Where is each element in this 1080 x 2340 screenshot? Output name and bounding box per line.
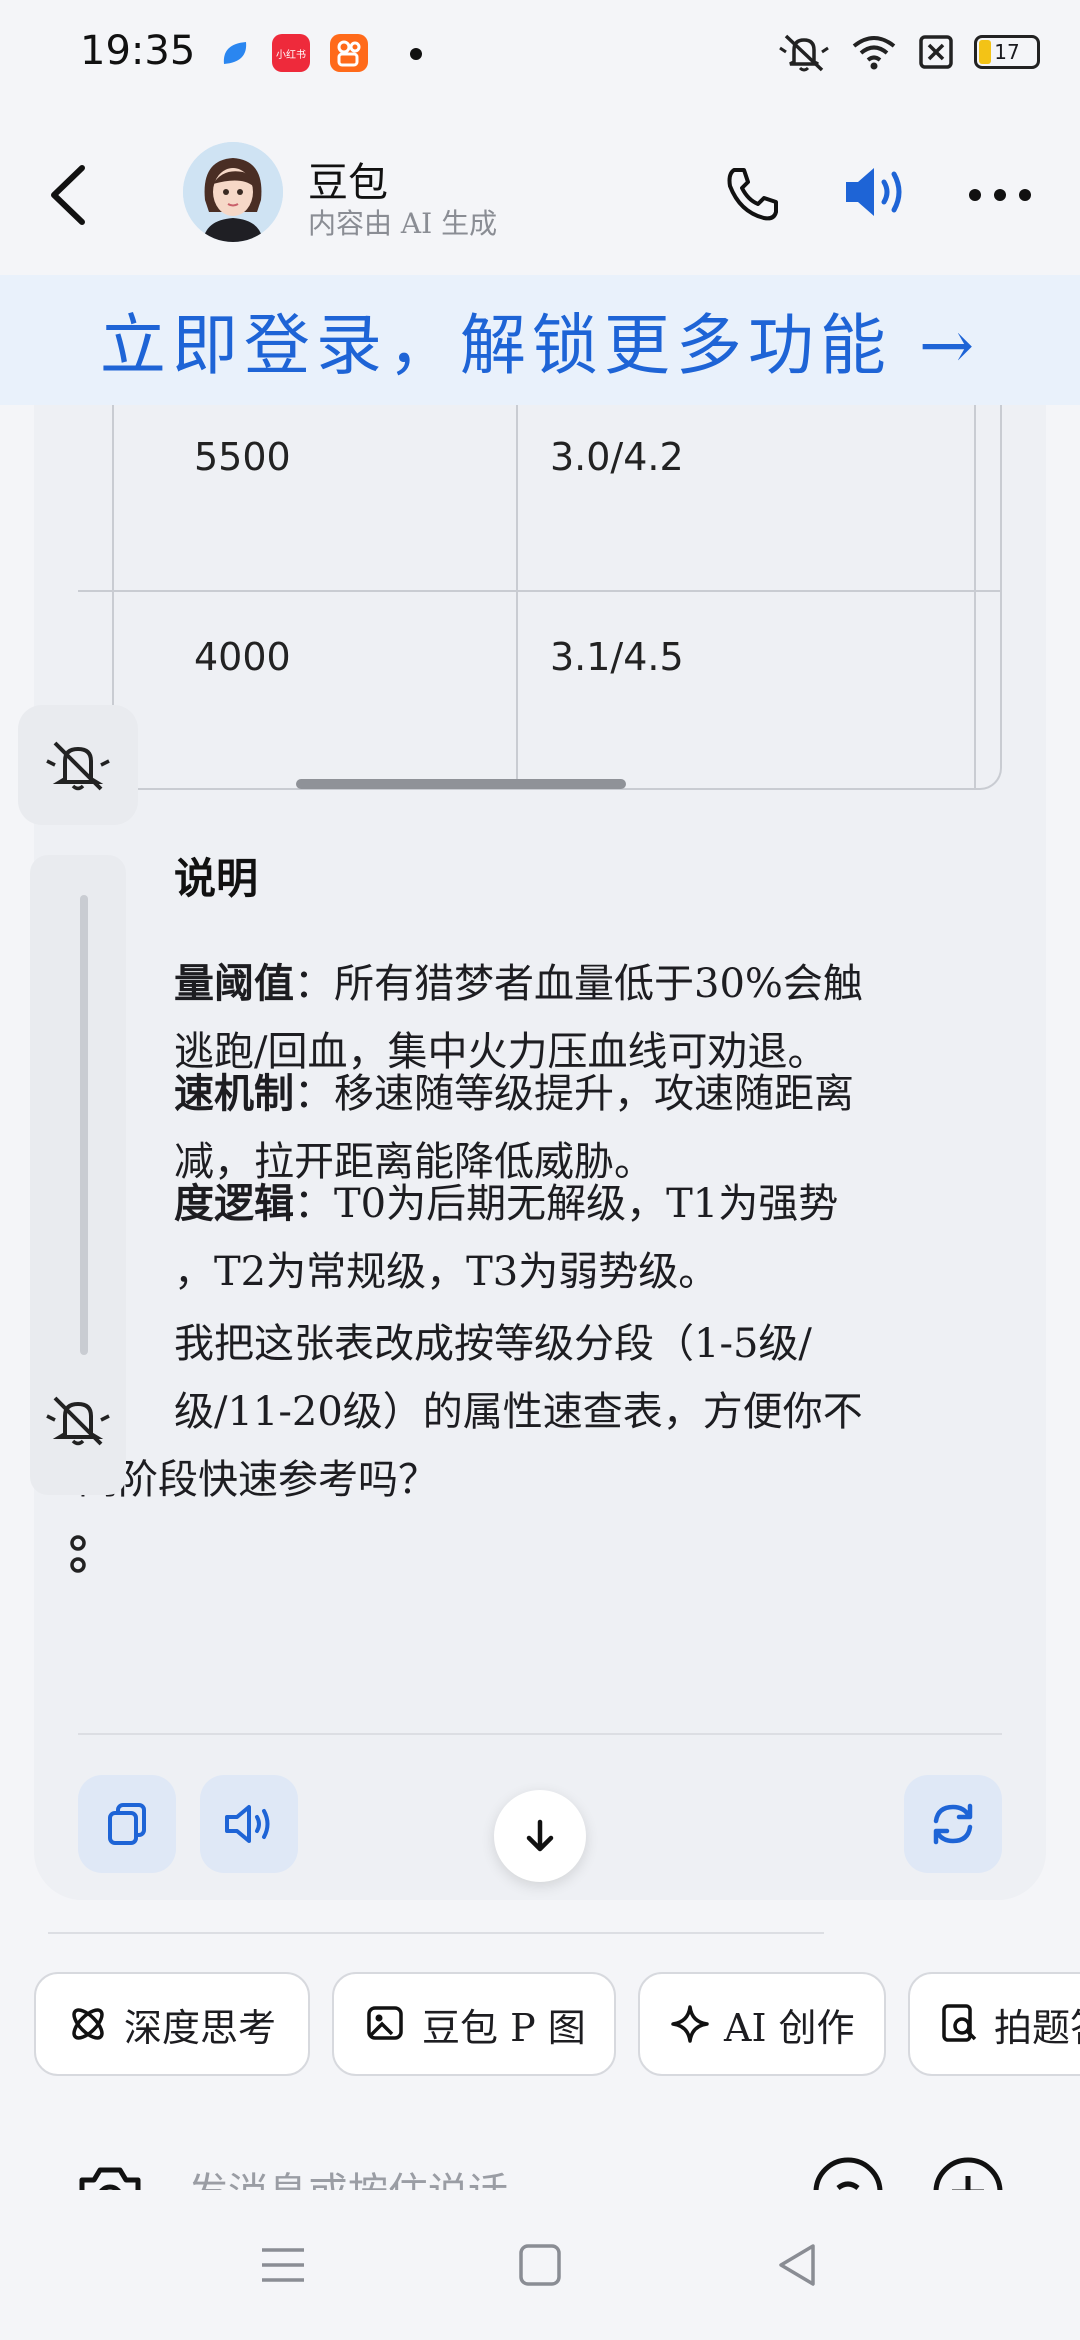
back-arrow-icon[interactable] <box>40 160 100 230</box>
table-divider <box>516 405 518 788</box>
search-document-icon <box>942 2004 977 2042</box>
copy-button[interactable] <box>78 1775 176 1873</box>
message-input-bar: 发消息或按住说话 <box>0 2128 1080 2190</box>
status-icons: 17 <box>778 30 1040 74</box>
floating-side-rail <box>18 705 138 1573</box>
rail-slider-track[interactable] <box>80 895 88 1355</box>
phone-icon[interactable] <box>720 162 784 226</box>
chip-ai-create[interactable]: AI 创作 <box>638 1972 886 2076</box>
table-cell: 3.0/4.2 <box>550 435 684 479</box>
xiaohongshu-icon: 小红书 <box>272 34 310 72</box>
explanation-point: 度逻辑：T0为后期无解级，T1为强势 ，T2为常规级，T3为弱势级。 <box>174 1180 839 1295</box>
copy-icon <box>108 1803 146 1845</box>
follow-up-question: 我把这张表改成按等级分段（1-5级/ 级/11-20级）的属性速查表，方便你不 … <box>78 1321 863 1503</box>
voice-icon[interactable] <box>810 2152 886 2190</box>
ai-generated-note: 内容由 AI 生成 <box>308 207 498 240</box>
mute-bell-icon <box>779 34 829 72</box>
assistant-message-card: 5500 3.0/4.2 T. 4000 3.1/4.5 T. 说明 量阈值：所… <box>34 405 1046 1900</box>
more-options-icon[interactable] <box>965 180 1035 210</box>
home-square-icon[interactable] <box>515 2240 565 2290</box>
chips-divider <box>48 1932 824 1934</box>
chip-deep-thinking[interactable]: 深度思考 <box>34 1972 310 2076</box>
chat-header: 豆包 内容由 AI 生成 <box>0 110 1080 275</box>
message-input[interactable]: 发消息或按住说话 <box>188 2160 508 2190</box>
status-time: 19:35 <box>80 28 196 74</box>
arrow-down-icon <box>526 1819 554 1852</box>
kuaishou-icon <box>330 34 368 72</box>
table-divider <box>974 405 976 788</box>
regenerate-button[interactable] <box>904 1775 1002 1873</box>
actions-divider <box>78 1733 1002 1735</box>
mute-toggle-button-secondary[interactable] <box>18 1360 138 1480</box>
camera-icon[interactable] <box>72 2154 148 2190</box>
rail-more-button[interactable] <box>18 1495 138 1615</box>
read-aloud-button[interactable] <box>200 1775 298 1873</box>
image-edit-icon <box>367 2006 403 2040</box>
mute-toggle-button[interactable] <box>18 705 138 825</box>
table-divider <box>78 590 1000 592</box>
sim-disabled-icon <box>919 35 953 69</box>
chip-photo-question[interactable]: 拍题答疑 <box>908 1972 1080 2076</box>
table-cell: 3.1/4.5 <box>550 635 684 679</box>
refresh-icon <box>933 1803 973 1845</box>
data-table[interactable]: 5500 3.0/4.2 T. 4000 3.1/4.5 T. <box>78 405 1002 790</box>
avatar[interactable] <box>183 142 283 242</box>
status-bar: 19:35 小红书 17 <box>0 0 1080 110</box>
recents-menu-icon[interactable] <box>258 2240 308 2290</box>
speaker-outline-icon <box>225 1805 270 1843</box>
vertical-dots-icon <box>70 1535 86 1573</box>
chat-title: 豆包 <box>308 160 388 206</box>
sparkle-icon <box>671 2005 709 2043</box>
login-banner-text: 立即登录，解锁更多功能 → <box>99 307 981 384</box>
scroll-to-bottom-button[interactable] <box>494 1790 586 1882</box>
section-title: 说明 <box>174 854 259 903</box>
system-navigation-bar <box>0 2190 1080 2340</box>
mute-bell-icon <box>46 741 110 791</box>
notification-dot <box>410 48 422 60</box>
back-triangle-icon[interactable] <box>773 2240 823 2290</box>
atom-icon <box>72 2008 104 2040</box>
table-cell: 5500 <box>194 435 291 479</box>
plus-icon[interactable] <box>930 2152 1006 2190</box>
wifi-icon <box>852 36 896 70</box>
login-banner[interactable]: 立即登录，解锁更多功能 → <box>0 275 1080 405</box>
speaker-icon[interactable] <box>840 160 910 224</box>
table-cell: 4000 <box>194 635 291 679</box>
chip-image-edit[interactable]: 豆包 P 图 <box>332 1972 616 2076</box>
battery-indicator: 17 <box>974 35 1040 69</box>
table-scrollbar[interactable] <box>296 779 626 789</box>
blue-app-icon <box>216 34 254 72</box>
mute-bell-icon <box>46 1396 110 1446</box>
